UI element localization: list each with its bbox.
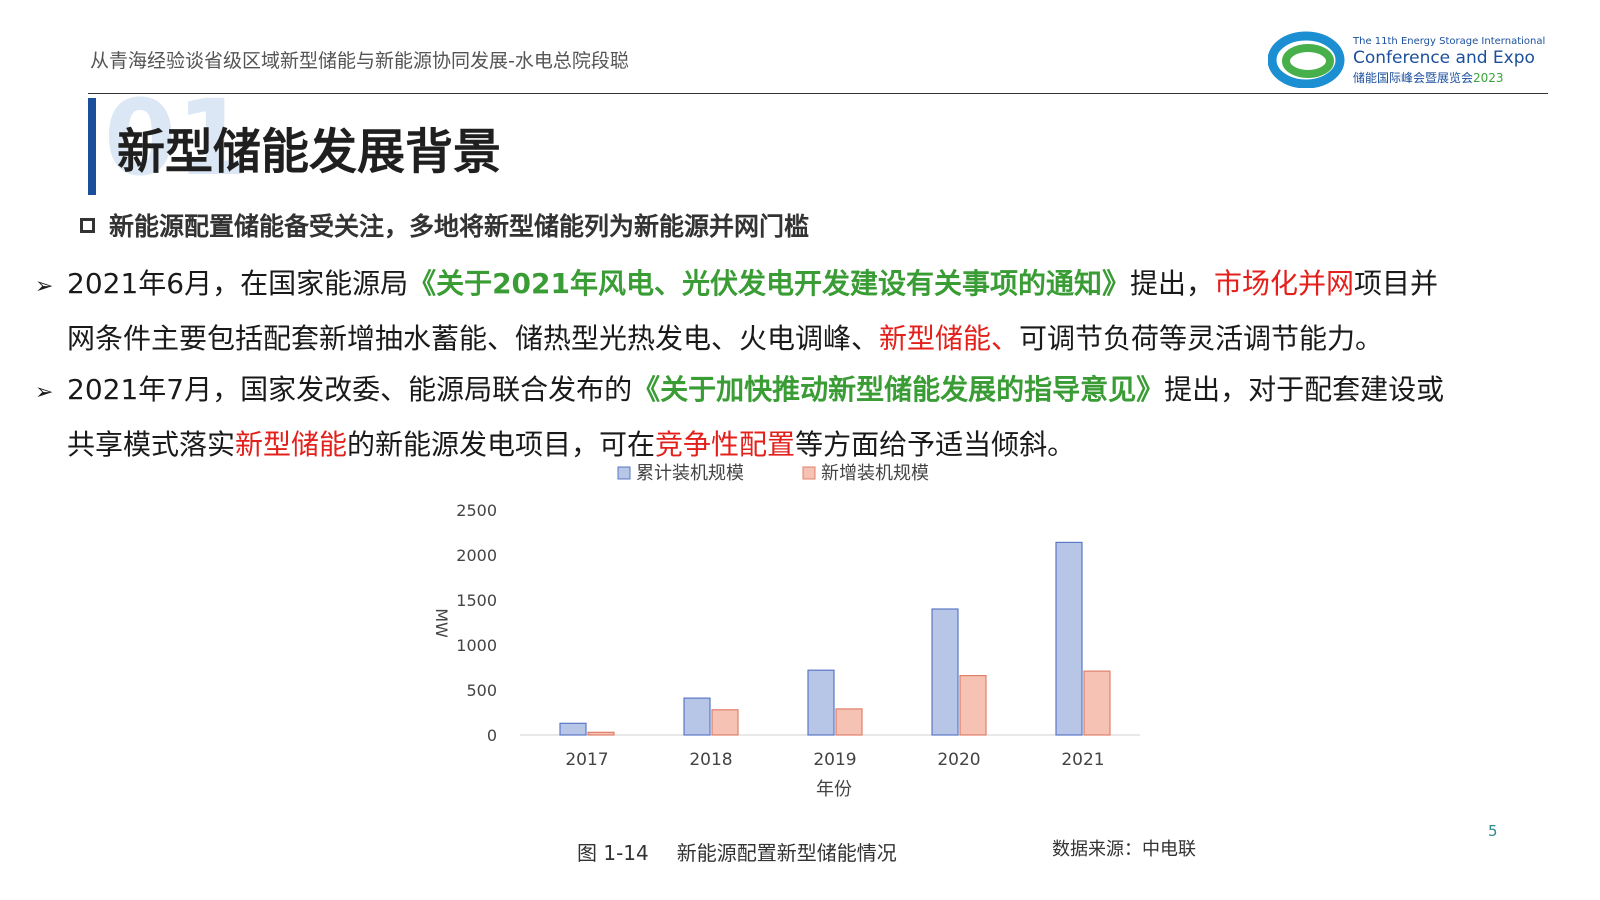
y-tick-label: 1000 — [456, 636, 497, 655]
x-tick-label: 2017 — [565, 750, 608, 770]
square-bullet-icon — [80, 217, 95, 233]
y-tick-label: 500 — [466, 681, 497, 700]
bar-cumulative-2019 — [807, 669, 835, 736]
bar-cumulative-2017 — [559, 722, 587, 736]
p1-highlight-1: 市场化并网 — [1214, 267, 1355, 300]
bar-new-2019 — [835, 708, 863, 736]
data-source: 数据来源：中电联 — [1052, 839, 1196, 860]
subheading-text: 新能源配置储能备受关注，多地将新型储能列为新能源并网门槛 — [109, 212, 810, 241]
p1-text-1: 2021年6月，在国家能源局 — [67, 267, 409, 300]
conference-logo-icon — [1268, 31, 1345, 88]
p1-text-3: 项目并 — [1354, 267, 1439, 300]
p1-text-4: 网条件主要包括配套新增抽水蓄能、储热型光热发电、火电调峰、 — [67, 322, 880, 355]
bar-cumulative-2018 — [683, 697, 711, 736]
logo-year: 2023 — [1473, 71, 1504, 85]
slide-header-title: 从青海经验谈省级区域新型储能与新能源协同发展-水电总院段聪 — [90, 50, 629, 72]
p1-text-5: 可调节负荷等灵活调节能力。 — [1019, 322, 1384, 355]
chart-caption-title: 新能源配置新型储能情况 — [676, 841, 897, 865]
bar-new-2017 — [587, 731, 615, 736]
p2-text-3: 共享模式落实 — [67, 428, 236, 461]
x-tick-label: 2020 — [937, 750, 980, 770]
bar-new-2021 — [1083, 670, 1111, 736]
x-tick-label: 2018 — [689, 750, 732, 770]
arrow-bullet-icon: ➢ — [35, 274, 54, 299]
storage-bar-chart: 累计装机规模 新增装机规模 0 500 1000 1500 2000 2500 MW 2017 20… — [432, 463, 1140, 800]
logo-cn-name: 储能国际峰会暨展览会 — [1353, 71, 1474, 85]
legend-label-2: 新增装机规模 — [821, 463, 929, 484]
x-axis-label: 年份 — [816, 779, 852, 800]
paragraph-1-line-2: 网条件主要包括配套新增抽水蓄能、储热型光热发电、火电调峰、新型储能、可调节负荷等… — [35, 313, 1575, 365]
logo-line-2: Conference and Expo — [1353, 48, 1535, 68]
arrow-bullet-icon: ➢ — [35, 380, 54, 405]
bar-cumulative-2021 — [1055, 541, 1083, 736]
subheading: 新能源配置储能备受关注，多地将新型储能列为新能源并网门槛 — [80, 207, 809, 243]
chart-caption: 图 1-14 新能源配置新型储能情况 — [577, 837, 897, 866]
p2-text-2: 提出，对于配套建设或 — [1164, 373, 1445, 406]
p1-document-title: 《关于2021年风电、光伏发电开发建设有关事项的通知》 — [408, 267, 1131, 300]
legend-label-1: 累计装机规模 — [636, 463, 744, 484]
logo-line-1: The 11th Energy Storage International — [1353, 36, 1546, 47]
y-tick-label: 2000 — [456, 546, 497, 565]
bar-new-2018 — [711, 709, 739, 736]
page-number: 5 — [1488, 822, 1498, 840]
p2-text-1: 2021年7月，国家发改委、能源局联合发布的 — [67, 373, 633, 406]
legend-swatch-2 — [802, 466, 816, 480]
chart-caption-number: 图 1-14 — [577, 841, 649, 865]
legend-swatch-1 — [617, 466, 631, 480]
y-tick-label: 1500 — [456, 591, 497, 610]
paragraph-1-line-1: ➢ 2021年6月，在国家能源局《关于2021年风电、光伏发电开发建设有关事项的通… — [35, 258, 1575, 313]
header-divider — [88, 93, 1548, 94]
section-title: 新型储能发展背景 — [117, 124, 502, 180]
bar-new-2020 — [959, 675, 987, 736]
y-tick-label: 2500 — [456, 501, 497, 520]
bar-cumulative-2020 — [931, 608, 959, 736]
x-tick-label: 2019 — [813, 750, 856, 770]
paragraph-1: ➢ 2021年6月，在国家能源局《关于2021年风电、光伏发电开发建设有关事项的通… — [35, 258, 1575, 365]
x-tick-label: 2021 — [1061, 750, 1104, 770]
p2-document-title: 《关于加快推动新型储能发展的指导意见》 — [632, 373, 1165, 406]
p1-text-2: 提出， — [1130, 267, 1215, 300]
y-tick-label: 0 — [487, 726, 497, 745]
y-axis-label: MW — [432, 608, 451, 638]
conference-logo: The 11th Energy Storage International Co… — [1268, 28, 1558, 90]
p2-highlight-1: 新型储能 — [235, 428, 348, 461]
p1-highlight-2: 新型储能、 — [879, 322, 1020, 355]
logo-line-3: 储能国际峰会暨展览会2023 — [1353, 69, 1504, 86]
section-accent-bar — [88, 98, 96, 195]
paragraph-2-line-1: ➢ 2021年7月，国家发改委、能源局联合发布的《关于加快推动新型储能发展的指导意… — [35, 364, 1575, 419]
